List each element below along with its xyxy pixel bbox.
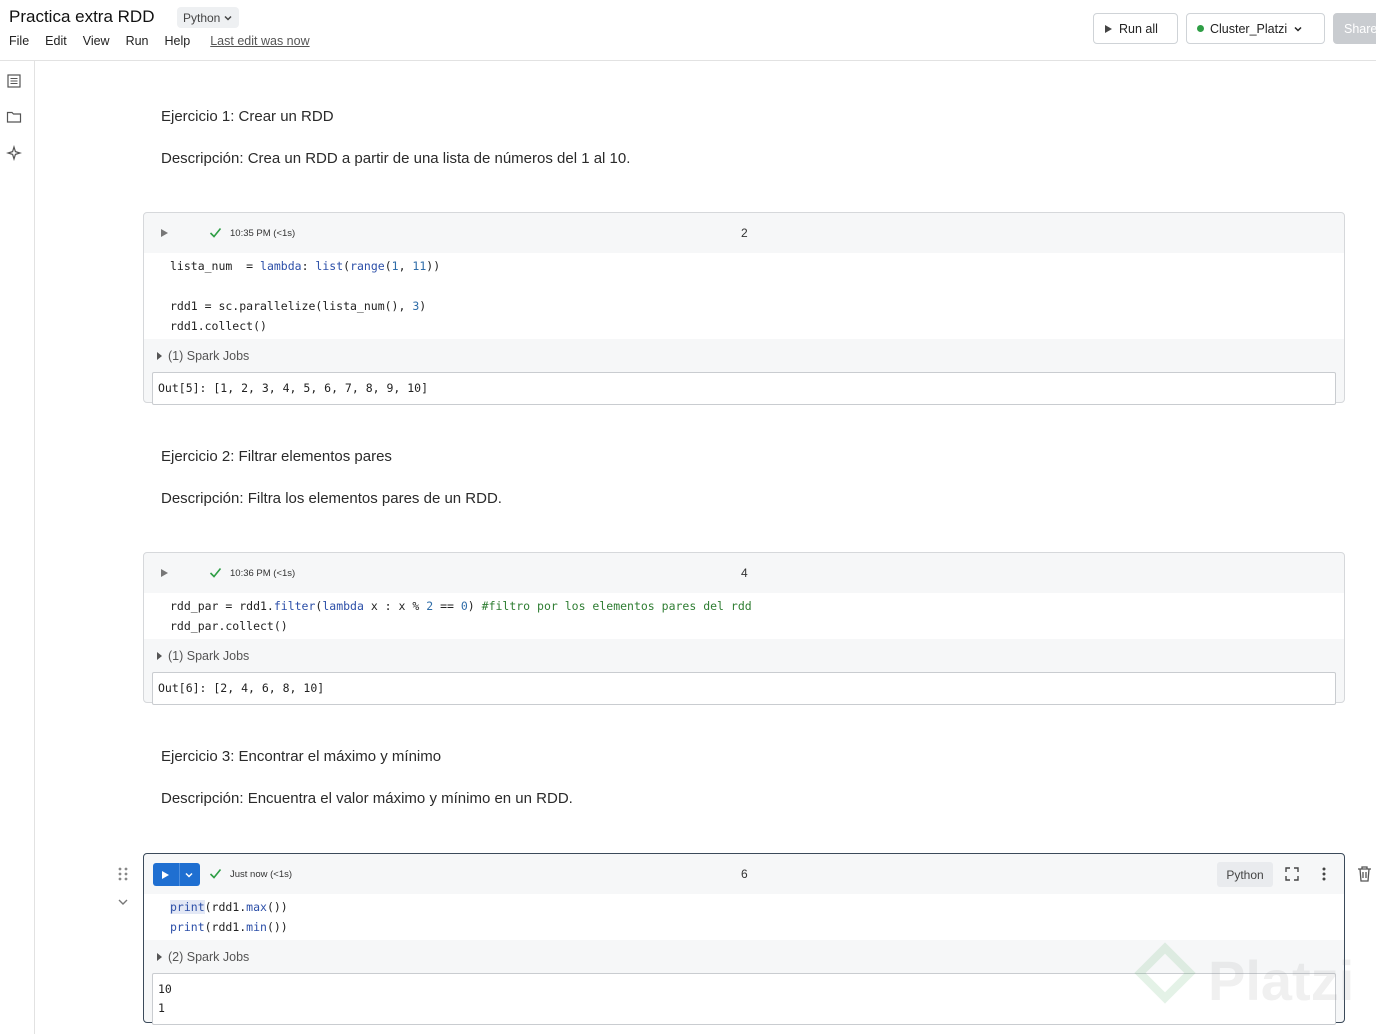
caret-right-icon	[157, 952, 162, 961]
cluster-status-dot	[1197, 25, 1204, 32]
exercise-2-description: Descripción: Filtra los elementos pares …	[161, 490, 502, 507]
spark-jobs-toggle[interactable]: (1) Spark Jobs	[144, 339, 1344, 372]
cell-timestamp: 10:35 PM (<1s)	[230, 228, 296, 239]
cell-timestamp: Just now (<1s)	[230, 869, 293, 880]
platzi-watermark: Platzi	[1134, 942, 1354, 1012]
code-editor[interactable]: print(rdd1.max()) print(rdd1.min())	[144, 894, 1344, 940]
code-cell-4[interactable]: 10:36 PM (<1s) 4 rdd_par = rdd1.filter(l…	[143, 552, 1345, 705]
menu-edit[interactable]: Edit	[45, 34, 67, 48]
code-cell-2[interactable]: 10:35 PM (<1s) 2 lista_num = lambda: lis…	[143, 212, 1345, 405]
spark-jobs-label: (1) Spark Jobs	[168, 348, 250, 363]
cell-number: 4	[741, 566, 748, 580]
fullscreen-icon[interactable]	[1284, 866, 1300, 882]
button-separator	[179, 863, 180, 886]
language-label: Python	[183, 10, 221, 25]
cluster-label: Cluster_Platzi	[1210, 21, 1288, 36]
notebook-title[interactable]: Practica extra RDD	[9, 7, 154, 27]
code-editor[interactable]: rdd_par = rdd1.filter(lambda x : x % 2 =…	[144, 593, 1344, 639]
caret-right-icon	[157, 651, 162, 660]
collapse-cell-icon[interactable]	[117, 896, 129, 908]
exercise-1-description: Descripción: Crea un RDD a partir de una…	[161, 150, 631, 167]
play-icon	[1105, 24, 1112, 33]
menu-bar: File Edit View Run Help Last edit was no…	[9, 34, 326, 48]
run-all-button[interactable]: Run all	[1093, 13, 1178, 44]
cell-language-selector[interactable]: Python	[1217, 862, 1273, 887]
cell-header: 10:35 PM (<1s) 2	[144, 213, 1344, 253]
trash-icon[interactable]	[1356, 865, 1373, 883]
caret-right-icon	[157, 351, 162, 360]
menu-help[interactable]: Help	[165, 34, 191, 48]
exercise-2-title: Ejercicio 2: Filtrar elementos pares	[161, 448, 392, 465]
exercise-1-title: Ejercicio 1: Crear un RDD	[161, 108, 334, 125]
last-edit-link[interactable]: Last edit was now	[210, 34, 309, 48]
cell-timestamp: 10:36 PM (<1s)	[230, 568, 296, 579]
chevron-down-icon	[224, 15, 232, 21]
code-editor[interactable]: lista_num = lambda: list(range(1, 11)) r…	[144, 253, 1344, 339]
exercise-3-title: Ejercicio 3: Encontrar el máximo y mínim…	[161, 748, 442, 765]
cluster-selector[interactable]: Cluster_Platzi	[1186, 13, 1325, 44]
watermark-text: Platzi	[1208, 949, 1354, 1012]
more-options-icon[interactable]	[1316, 866, 1332, 882]
spark-jobs-label: (2) Spark Jobs	[168, 949, 250, 964]
success-check-icon	[209, 227, 222, 238]
cell-header: Just now (<1s) 6 Python	[144, 854, 1344, 894]
play-icon	[162, 870, 169, 879]
run-cell-icon[interactable]	[161, 229, 168, 237]
assistant-sparkle-icon[interactable]	[6, 145, 22, 161]
language-selector[interactable]: Python	[177, 7, 240, 28]
run-cell-button[interactable]	[153, 863, 200, 886]
cell-number: 2	[741, 226, 748, 240]
left-sidebar	[0, 61, 35, 1034]
chevron-down-icon	[1294, 26, 1302, 32]
cell-header: 10:36 PM (<1s) 4	[144, 553, 1344, 593]
share-button[interactable]: Share	[1333, 13, 1376, 44]
notebook-header: Practica extra RDD Python File Edit View…	[0, 0, 1376, 61]
cell-output: Out[6]: [2, 4, 6, 8, 10]	[152, 672, 1336, 705]
table-of-contents-icon[interactable]	[6, 73, 22, 89]
menu-file[interactable]: File	[9, 34, 29, 48]
drag-handle-icon[interactable]	[117, 866, 129, 882]
run-all-label: Run all	[1119, 21, 1158, 36]
menu-run[interactable]: Run	[126, 34, 149, 48]
folder-icon[interactable]	[6, 109, 22, 125]
success-check-icon	[209, 567, 222, 578]
menu-view[interactable]: View	[83, 34, 110, 48]
spark-jobs-label: (1) Spark Jobs	[168, 648, 250, 663]
exercise-3-description: Descripción: Encuentra el valor máximo y…	[161, 790, 573, 807]
cell-number: 6	[741, 867, 748, 881]
cell-output: Out[5]: [1, 2, 3, 4, 5, 6, 7, 8, 9, 10]	[152, 372, 1336, 405]
spark-jobs-toggle[interactable]: (1) Spark Jobs	[144, 639, 1344, 672]
run-cell-icon[interactable]	[161, 569, 168, 577]
success-check-icon	[209, 868, 222, 879]
chevron-down-icon[interactable]	[184, 870, 194, 880]
share-label: Share	[1344, 21, 1376, 36]
